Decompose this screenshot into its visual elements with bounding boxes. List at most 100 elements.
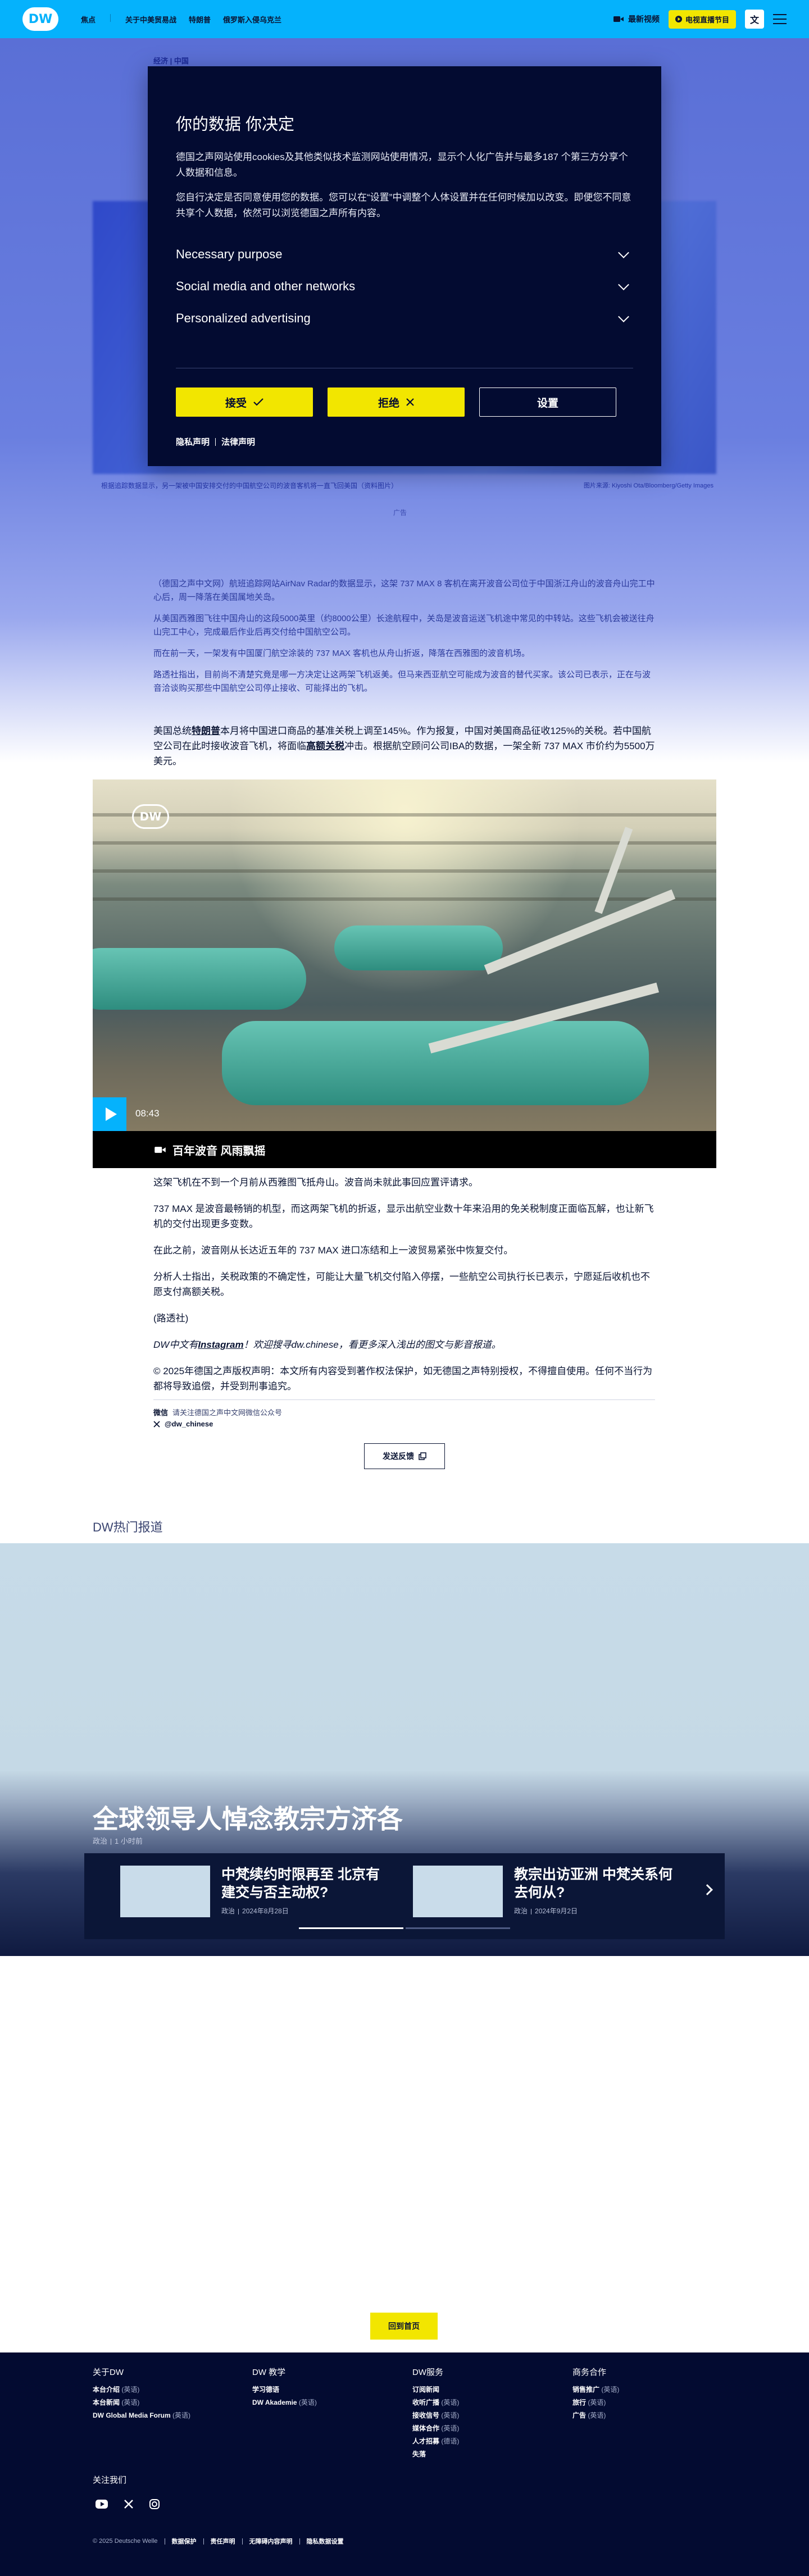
article-paragraph: （德国之声中文网）航班追踪网站AirNav Radar的数据显示，这架 737 … (153, 579, 655, 602)
top-navigation-bar: DW 焦点 关于中美贸易战 特朗普 俄罗斯入侵乌克兰 最新视频 电视直播节目 文 (0, 0, 809, 38)
latest-videos-link[interactable]: 最新视频 (613, 13, 660, 25)
video-camera-icon (154, 1146, 166, 1153)
ad-label: 广告 (393, 509, 407, 517)
card-title: 中梵续约时限再至 北京有建交与否主动权? (221, 1867, 380, 1900)
legal-link-accessibility[interactable]: 无障碍内容声明 (249, 2537, 293, 2546)
card-category: 政治 (514, 1907, 528, 1915)
footer-column-learning: DW 教学 学习德语 DW Akademie (英语) (252, 2366, 393, 2410)
purpose-label: Personalized advertising (176, 311, 311, 325)
legal-link-privacy-settings[interactable]: 隐私数据设置 (307, 2537, 344, 2546)
footer-link[interactable]: 本台介绍 (英语) (93, 2384, 233, 2394)
video-title-bar: 百年波音 风雨飘摇 (93, 1131, 716, 1168)
nav-item-focus[interactable]: 焦点 (81, 14, 96, 25)
footer-link[interactable]: 人才招募 (德语) (412, 2436, 553, 2446)
high-tariff-link[interactable]: 高额关税 (306, 741, 344, 751)
image-copyright: 图片来源: Kiyoshi Ota/Bloomberg/Getty Images (583, 482, 713, 489)
youtube-icon[interactable] (96, 2500, 108, 2509)
accept-label: 接受 (225, 397, 247, 409)
legal-link-disclaimer[interactable]: 责任声明 (211, 2537, 235, 2546)
hero-category: 政治 (93, 1837, 108, 1845)
footer-link[interactable]: 订阅新闻 (412, 2384, 553, 2394)
footer-column-business: 商务合作 销售推广 (英语) 旅行 (英语) 广告 (英语) (572, 2366, 713, 2423)
footer-link[interactable]: 旅行 (英语) (572, 2397, 713, 2407)
instagram-link[interactable]: Instagram (198, 1339, 243, 1350)
consent-purpose-list: Necessary purpose Social media and other… (176, 238, 633, 334)
nav-item-trade-war[interactable]: 关于中美贸易战 (125, 14, 176, 25)
send-feedback-button[interactable]: 发送反馈 (364, 1443, 445, 1469)
chevron-down-icon (618, 279, 629, 290)
footer-column-about: 关于DW 本台介绍 (英语) 本台新闻 (英语) DW Global Media… (93, 2366, 233, 2423)
back-to-top-button[interactable]: 回到首页 (370, 2313, 438, 2340)
wechat-text: 请关注德国之声中文网微信公众号 (172, 1408, 283, 1417)
instagram-icon[interactable] (149, 2499, 160, 2509)
footer-link[interactable]: 销售推广 (英语) (572, 2384, 713, 2394)
privacy-link[interactable]: 隐私声明 (176, 436, 210, 448)
footer-link[interactable]: 媒体合作 (英语) (412, 2423, 553, 2433)
nav-item-ukraine[interactable]: 俄罗斯入侵乌克兰 (223, 14, 281, 25)
live-tv-label: 电视直播节目 (685, 15, 729, 24)
checkmark-icon (253, 398, 263, 406)
card-date: 2024年8月28日 (242, 1907, 289, 1915)
footer-link[interactable]: 本台新闻 (英语) (93, 2397, 233, 2407)
footer-link[interactable]: DW Global Media Forum (英语) (93, 2410, 233, 2420)
hero-headline[interactable]: 全球领导人悼念教宗方济各 (93, 1799, 403, 1836)
carousel-card[interactable]: 中梵续约时限再至 北京有建交与否主动权? 政治 2024年8月28日 (120, 1866, 390, 1917)
footer-column-title: DW 教学 (252, 2368, 286, 2377)
footer-link[interactable]: 收听广播 (英语) (412, 2397, 553, 2407)
accept-button[interactable]: 接受 (176, 387, 313, 417)
dw-logo: DW (132, 804, 169, 829)
purpose-personalized-ads[interactable]: Personalized advertising (176, 302, 633, 334)
x-row: @dw_chinese (153, 1420, 655, 1428)
article-paragraph: 这架飞机在不到一个月前从西雅图飞抵舟山。波音尚未就此事回应置评请求。 (153, 1177, 478, 1188)
article-body-upper: 美国总统特朗普本月将中国进口商品的基准关税上调至145%。作为报复，中国对美国商… (153, 723, 655, 780)
footer-link[interactable]: 失落 (412, 2449, 553, 2459)
footer-column-services: DW服务 订阅新闻 收听广播 (英语) 接收信号 (英语) 媒体合作 (英语) … (412, 2366, 553, 2462)
trump-link[interactable]: 特朗普 (192, 726, 220, 736)
latest-videos-label: 最新视频 (628, 15, 660, 24)
x-logo-icon[interactable] (122, 2499, 135, 2509)
consent-title: 你的数据 你决定 (176, 116, 295, 134)
carousel-card[interactable]: 教宗出访亚洲 中梵关系何去何从? 政治 2024年9月2日 (413, 1866, 683, 1917)
close-icon (406, 398, 414, 406)
image-caption: 根据追踪数据显示，另一架被中国安排交付的中国航空公司的波音客机将一直飞回美国（资… (101, 482, 398, 490)
language-selector[interactable]: 文 (745, 10, 764, 29)
footer-link[interactable]: DW Akademie (英语) (252, 2397, 393, 2407)
play-button[interactable] (93, 1097, 126, 1131)
legal-links: © 2025 Deutsche Welle 数据保护 责任声明 无障碍内容声明 … (93, 2537, 344, 2546)
x-handle-link[interactable]: @dw_chinese (165, 1420, 213, 1428)
carousel-indicator[interactable] (299, 1927, 403, 1929)
follow-us-label: 关注我们 (93, 2475, 127, 2485)
card-thumbnail (413, 1866, 503, 1917)
settings-button[interactable]: 设置 (479, 387, 616, 417)
footer-link[interactable]: 接收信号 (英语) (412, 2410, 553, 2420)
article-paragraph: 在此之前，波音刚从长达近五年的 737 MAX 进口冻结和上一波贸易紧张中恢复交… (153, 1245, 513, 1256)
purpose-label: Social media and other networks (176, 279, 356, 293)
legal-link-data-protection[interactable]: 数据保护 (172, 2537, 197, 2546)
consent-detail: 您自行决定是否同意使用您的数据。您可以在“设置”中调整个人体设置并在任何时候加以… (176, 192, 631, 218)
carousel-next-icon[interactable] (702, 1884, 713, 1895)
footer-link[interactable]: 广告 (英语) (572, 2410, 713, 2420)
video-thumbnail (93, 779, 716, 1131)
article-paragraph: 737 MAX 是波音最畅销的机型，而这两架飞机的折返，显示出航空业数十年来沿用… (153, 1203, 654, 1229)
purpose-social-media[interactable]: Social media and other networks (176, 270, 633, 302)
video-player[interactable]: DW 08:43 百年波音 风雨飘摇 (93, 779, 716, 1168)
main-nav: 焦点 关于中美贸易战 特朗普 俄罗斯入侵乌克兰 (81, 13, 281, 25)
hamburger-menu-icon[interactable] (773, 14, 787, 24)
legal-notice-link[interactable]: 法律声明 (221, 436, 255, 448)
article-intro-paragraphs: （德国之声中文网）航班追踪网站AirNav Radar的数据显示，这架 737 … (153, 577, 655, 703)
chevron-down-icon (618, 247, 629, 258)
card-meta: 政治 2024年8月28日 (221, 1906, 390, 1916)
hero-time: 1 小时前 (115, 1837, 143, 1845)
consent-intro: 德国之声网站使用cookies及其他类似技术监测网站使用情况，显示个人化广告并与… (176, 152, 628, 178)
dw-logo[interactable]: DW (22, 7, 58, 31)
purpose-necessary[interactable]: Necessary purpose (176, 238, 633, 270)
related-carousel: 中梵续约时限再至 北京有建交与否主动权? 政治 2024年8月28日 教宗出访亚洲… (84, 1853, 725, 1939)
reject-button[interactable]: 拒绝 (328, 387, 465, 417)
carousel-indicator[interactable] (406, 1927, 510, 1929)
live-tv-button[interactable]: 电视直播节目 (668, 10, 736, 29)
article-body-lower: 这架飞机在不到一个月前从西雅图飞抵舟山。波音尚未就此事回应置评请求。 737 M… (153, 1175, 655, 1405)
nav-item-trump[interactable]: 特朗普 (189, 14, 211, 25)
article-paragraph: 路透社指出，目前尚不清楚究竟是哪一方决定让这两架飞机返美。但马来西亚航空可能成为… (153, 670, 651, 693)
article-paragraph: 从美国西雅图飞往中国舟山的这段5000英里（约8000公里）长途航程中，关岛是波… (153, 614, 655, 637)
footer-link[interactable]: 学习德语 (252, 2384, 393, 2394)
